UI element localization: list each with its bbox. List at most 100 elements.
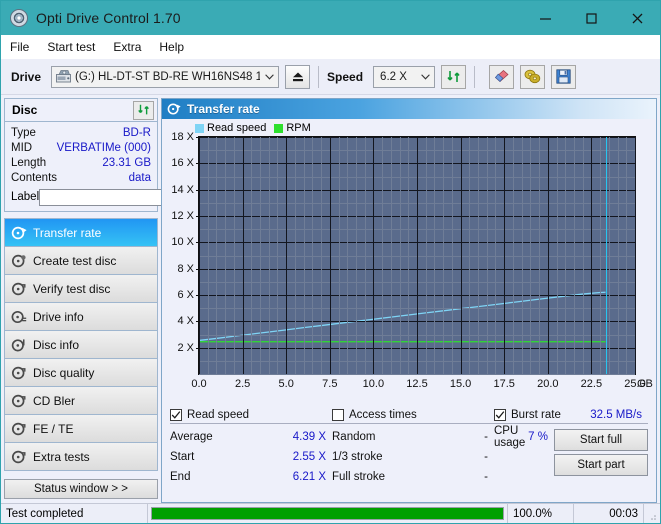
speed-select[interactable]: 6.2 X [373,65,436,88]
disc-mid-key: MID [11,141,33,154]
gridline [339,137,340,374]
start-full-button[interactable]: Start full [554,429,648,451]
read-speed-checkbox[interactable] [170,408,182,421]
save-button[interactable] [551,64,577,89]
stat-row-third-stroke: 1/3 stroke - [332,447,494,467]
gridline [513,137,514,374]
app-window: Opti Drive Control 1.70 File Start test … [0,0,661,524]
drive-info-icon [11,309,27,325]
gridline [251,137,252,374]
gridline [365,137,366,374]
sidebar-item-disc-info[interactable]: Disc info [5,331,157,359]
legend-label: RPM [286,122,311,134]
sidebar-item-disc-quality[interactable]: Disc quality [5,359,157,387]
burst-rate-value: 32.5 MB/s [590,408,642,421]
gridline [426,137,427,374]
gridline [461,137,462,374]
gridline [208,137,209,374]
gridline [469,137,470,374]
drive-select[interactable]: (G:) HL-DT-ST BD-RE WH16NS48 1.D3 [51,65,280,88]
gridline [591,137,592,374]
disc-info-rows: Type BD-R MID VERBATIMe (000) Length 23.… [5,122,214,211]
chart-plot: 2 X4 X6 X8 X 10 X 12 X 14 X 16 X 18 X 0.0 2.5 5.… [171,131,653,390]
burst-rate-header: Burst rate 32.5 MB/s [494,406,648,424]
disc-refresh-button[interactable] [133,100,154,120]
status-window-button[interactable]: Status window > > [4,479,158,499]
sidebar-item-verify-test-disc[interactable]: Verify test disc [5,275,157,303]
menu-item-file[interactable]: File [1,38,38,56]
gridline [530,137,531,374]
gridline [373,137,374,374]
sidebar-item-label: Drive info [33,309,84,324]
gridline [635,137,636,374]
stat-row-random: Random - [332,427,494,447]
refresh-button[interactable] [441,64,467,89]
disc-icon [11,421,27,437]
menu-item-extra[interactable]: Extra [104,38,150,56]
disc-row-type: Type BD-R [11,125,151,140]
disc-type-value: BD-R [122,126,151,139]
status-bar: Test completed 100.0% 00:03 [1,503,660,523]
menu-item-help[interactable]: Help [150,38,193,56]
stat-row-end: End 6.21 X [170,467,332,487]
progress-cell [148,504,508,523]
stat-key: Random [332,431,376,443]
gridline [565,137,566,374]
sidebar-item-drive-info[interactable]: Drive info [5,303,157,331]
disc-panel-header: Disc [5,99,157,122]
window-title: Opti Drive Control 1.70 [36,10,181,26]
disc-label-key: Label [11,191,40,203]
read-speed-stats: Read speed Average 4.39 X Start 2.55 X E… [170,406,332,502]
elapsed-time: 00:03 [574,504,644,523]
stat-value: 4.39 X [292,431,326,443]
discs-button[interactable] [520,64,546,89]
maximize-icon[interactable] [568,1,614,35]
drive-toolbar: Drive (G:) HL-DT-ST BD-RE WH16NS48 1.D3 [1,59,660,95]
gridline [609,137,610,374]
access-times-label: Access times [349,408,417,421]
stat-row-start: Start 2.55 X [170,447,332,467]
sidebar-item-label: FE / TE [33,421,74,436]
sidebar-item-transfer-rate[interactable]: Transfer rate [5,219,157,247]
gridline [286,137,287,374]
sidebar-item-label: Extra tests [33,449,90,464]
sidebar-item-fe-te[interactable]: FE / TE [5,415,157,443]
disc-icon [11,253,27,269]
erase-button[interactable] [489,64,515,89]
x-axis-tick-label: 20.0 [537,378,559,390]
toolbar-divider-2 [474,65,476,88]
gridline [495,137,496,374]
disc-info-icon [11,337,27,353]
status-message: Test completed [1,504,148,523]
sidebar-item-cd-bler[interactable]: CD Bler [5,387,157,415]
start-part-button[interactable]: Start part [554,454,648,476]
y-axis-tick-label: 16 X [171,157,200,169]
transfer-rate-icon [11,225,27,241]
sidebar-item-label: Create test disc [33,253,117,268]
resize-grip-icon[interactable] [644,504,660,523]
close-icon[interactable] [614,1,660,35]
eject-button[interactable] [285,64,311,89]
minimize-icon[interactable] [522,1,568,35]
burst-rate-checkbox[interactable] [494,408,506,421]
gridline [504,137,505,374]
stat-key: Full stroke [332,471,386,483]
x-axis-unit-label: GB [637,378,653,390]
gridline [408,137,409,374]
x-axis-tick-label: 12.5 [406,378,428,390]
disc-panel-title: Disc [12,103,38,117]
sidebar-item-create-test-disc[interactable]: Create test disc [5,247,157,275]
burst-rate-stats: Burst rate 32.5 MB/s CPU usage 7 % Start… [494,406,648,502]
menu-item-start-test[interactable]: Start test [38,38,104,56]
stat-key: CPU usage [494,425,526,449]
gridline [478,137,479,374]
gridline [234,137,235,374]
sidebar-item-extra-tests[interactable]: Extra tests [5,443,157,471]
speed-value: 6.2 X [380,70,407,83]
gridline [260,137,261,374]
disc-label-row: Label [11,187,214,207]
y-axis-tick-label: 4 X [177,315,200,327]
access-times-checkbox[interactable] [332,408,344,421]
x-axis-tick-label: 22.5 [580,378,603,390]
